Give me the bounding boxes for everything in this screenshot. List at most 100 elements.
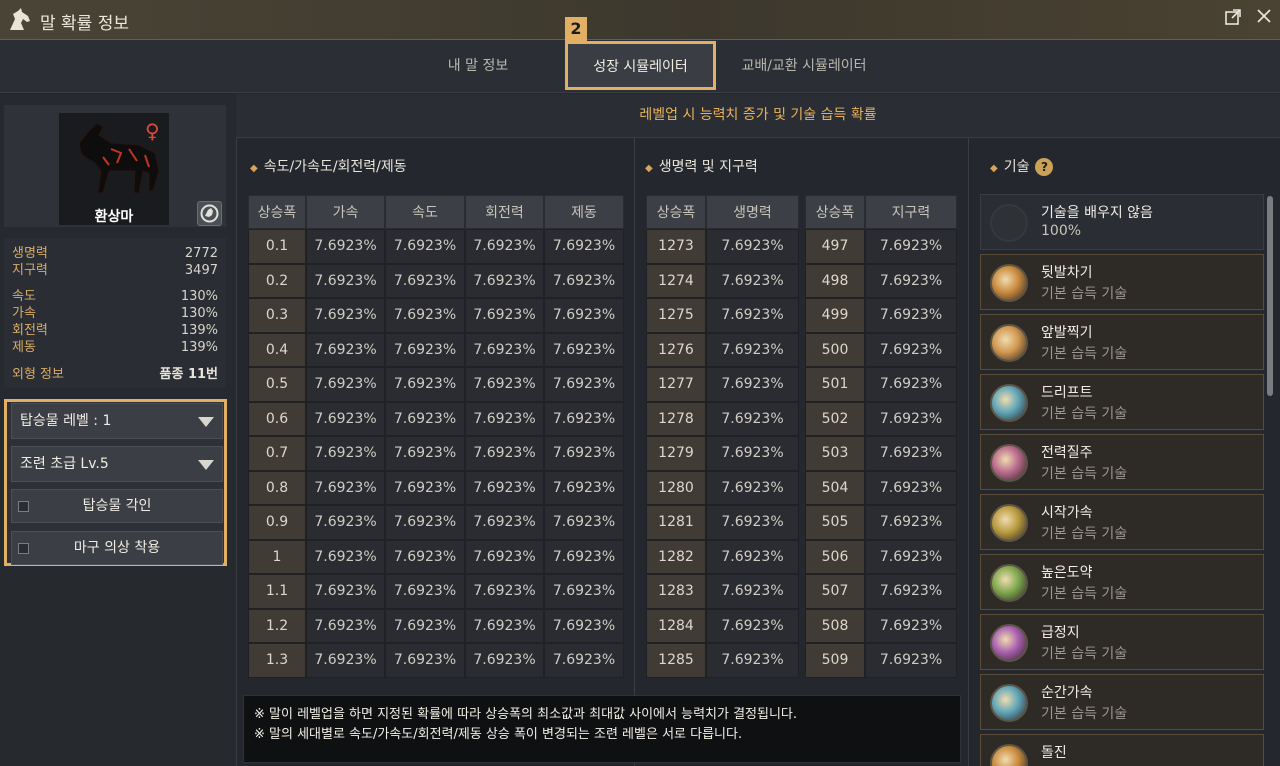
table-cell: 7.6923%	[465, 574, 544, 609]
window-title: 말 확률 정보	[40, 14, 130, 34]
table-cell: 7.6923%	[306, 229, 385, 264]
table-cell: 7.6923%	[706, 367, 799, 402]
table-cell: 7.6923%	[706, 229, 799, 264]
skill-icon	[990, 324, 1028, 362]
table-key-cell: 1276	[646, 332, 706, 367]
gear-level-dropdown[interactable]: 탑승물 레벨 : 1	[11, 403, 223, 439]
skill-name: 급정지	[1041, 625, 1080, 641]
skill-icon	[990, 444, 1028, 482]
table-key-cell: 1284	[646, 608, 706, 643]
table-cell: 7.6923%	[385, 505, 465, 540]
table-row: 1275 7.6923%	[646, 298, 799, 333]
table-cell: 7.6923%	[544, 436, 624, 471]
table-row: 0.1 7.6923% 7.6923% 7.6923% 7.6923%	[248, 229, 624, 264]
skill-item[interactable]: 드리프트 기본 습득 기술	[980, 374, 1264, 430]
table-key-cell: 0.8	[248, 470, 306, 505]
table-key-cell: 1.2	[248, 608, 306, 643]
skill-item-none[interactable]: 기술을 배우지 않음 100%	[980, 194, 1264, 250]
stat-speed: 속도 130%	[12, 289, 218, 304]
table-key-cell: 0.2	[248, 263, 306, 298]
skill-item[interactable]: 앞발찍기 기본 습득 기술	[980, 314, 1264, 370]
skill-item[interactable]: 높은도약 기본 습득 기술	[980, 554, 1264, 610]
skill-item[interactable]: 뒷발차기 기본 습득 기술	[980, 254, 1264, 310]
skill-name: 시작가속	[1041, 505, 1093, 521]
close-icon[interactable]	[1253, 8, 1275, 30]
training-level-dropdown[interactable]: 조련 초급 Lv.5	[11, 446, 223, 482]
table-cell: 7.6923%	[306, 263, 385, 298]
table-cell: 7.6923%	[544, 229, 624, 264]
table-key-cell: 499	[805, 298, 865, 333]
table-cell: 7.6923%	[306, 643, 385, 678]
tab-growth-simulator[interactable]: 성장 시뮬레이터	[565, 41, 716, 90]
tab-my-horse[interactable]: 내 말 정보	[412, 40, 544, 93]
table-row: 1278 7.6923%	[646, 401, 799, 436]
table-row: 0.4 7.6923% 7.6923% 7.6923% 7.6923%	[248, 332, 624, 367]
skill-icon	[990, 264, 1028, 302]
table-key-cell: 1277	[646, 367, 706, 402]
tab-breeding-simulator[interactable]: 교배/교환 시뮬레이터	[730, 40, 878, 93]
table-header: 회전력	[465, 195, 544, 229]
costume-checkbox[interactable]: 마구 의상 착용	[11, 531, 223, 565]
chevron-down-icon	[198, 417, 214, 427]
table-cell: 7.6923%	[385, 539, 465, 574]
skill-item[interactable]: 돌진기본 습득 기술	[980, 734, 1264, 766]
skill-icon	[990, 504, 1028, 542]
table-cell: 7.6923%	[465, 608, 544, 643]
checkbox-icon[interactable]	[18, 543, 29, 554]
table-cell: 7.6923%	[385, 574, 465, 609]
table-cell: 7.6923%	[306, 436, 385, 471]
table-cell: 7.6923%	[306, 298, 385, 333]
empty-skill-icon	[990, 204, 1028, 242]
table-row: 1285 7.6923%	[646, 643, 799, 678]
skill-item[interactable]: 전력질주 기본 습득 기술	[980, 434, 1264, 490]
table-key-cell: 1282	[646, 539, 706, 574]
table-cell: 7.6923%	[865, 229, 957, 264]
notes-box: ※ 말이 레벨업을 하면 지정된 확률에 따라 상승폭의 최소값과 최대값 사이…	[243, 695, 961, 763]
table-cell: 7.6923%	[465, 505, 544, 540]
table-key-cell: 0.7	[248, 436, 306, 471]
skill-item[interactable]: 시작가속기본 습득 기술	[980, 494, 1264, 550]
table-header: 생명력	[706, 195, 799, 229]
skill-name: 높은도약	[1041, 565, 1093, 581]
table-cell: 7.6923%	[306, 539, 385, 574]
rotate-view-button[interactable]	[197, 201, 222, 226]
skill-desc: 기본 습득 기술	[1041, 466, 1128, 482]
table-key-cell: 0.3	[248, 298, 306, 333]
skill-item[interactable]: 순간가속 기본 습득 기술	[980, 674, 1264, 730]
table-row: 1.3 7.6923% 7.6923% 7.6923% 7.6923%	[248, 643, 624, 678]
skill-item[interactable]: 급정지 기본 습득 기술	[980, 614, 1264, 670]
scrollbar[interactable]	[1267, 196, 1273, 396]
table-cell: 7.6923%	[865, 643, 957, 678]
table-cell: 7.6923%	[465, 643, 544, 678]
skill-list: 기술을 배우지 않음 100% 뒷발차기 기본 습득 기술 앞발찍기 기본 습득 기술…	[980, 194, 1264, 766]
info-banner: 레벨업 시 능력치 증가 및 기술 습득 확률	[236, 94, 1280, 138]
table-row: 502 7.6923%	[805, 401, 957, 436]
table-cell: 7.6923%	[544, 367, 624, 402]
table-key-cell: 505	[805, 505, 865, 540]
skill-desc: 기본 습득 기술	[1041, 286, 1128, 302]
engrave-checkbox[interactable]: 탑승물 각인	[11, 489, 223, 523]
table-row: 0.3 7.6923% 7.6923% 7.6923% 7.6923%	[248, 298, 624, 333]
table-cell: 7.6923%	[706, 608, 799, 643]
table-row: 501 7.6923%	[805, 367, 957, 402]
table-row: 1281 7.6923%	[646, 505, 799, 540]
help-icon[interactable]: ?	[1035, 158, 1054, 176]
table-header: 지구력	[865, 195, 957, 229]
table-cell: 7.6923%	[465, 229, 544, 264]
skill-icon	[990, 684, 1028, 722]
table-key-cell: 0.9	[248, 505, 306, 540]
table-key-cell: 497	[805, 229, 865, 264]
table-cell: 7.6923%	[706, 470, 799, 505]
skill-desc: 기본 습득 기술	[1041, 526, 1128, 542]
table-cell: 7.6923%	[706, 436, 799, 471]
table-header: 상승폭	[805, 195, 865, 229]
table-cell: 7.6923%	[306, 367, 385, 402]
table-cell: 7.6923%	[544, 298, 624, 333]
table-cell: 7.6923%	[706, 298, 799, 333]
table-key-cell: 1283	[646, 574, 706, 609]
table-cell: 7.6923%	[865, 539, 957, 574]
horse-stats: 생명력 2772 지구력 3497 속도 130% 가속 130% 회전력 139% 제동…	[4, 238, 226, 388]
checkbox-icon[interactable]	[18, 501, 29, 512]
popout-icon[interactable]	[1222, 8, 1244, 30]
table-cell: 7.6923%	[865, 367, 957, 402]
